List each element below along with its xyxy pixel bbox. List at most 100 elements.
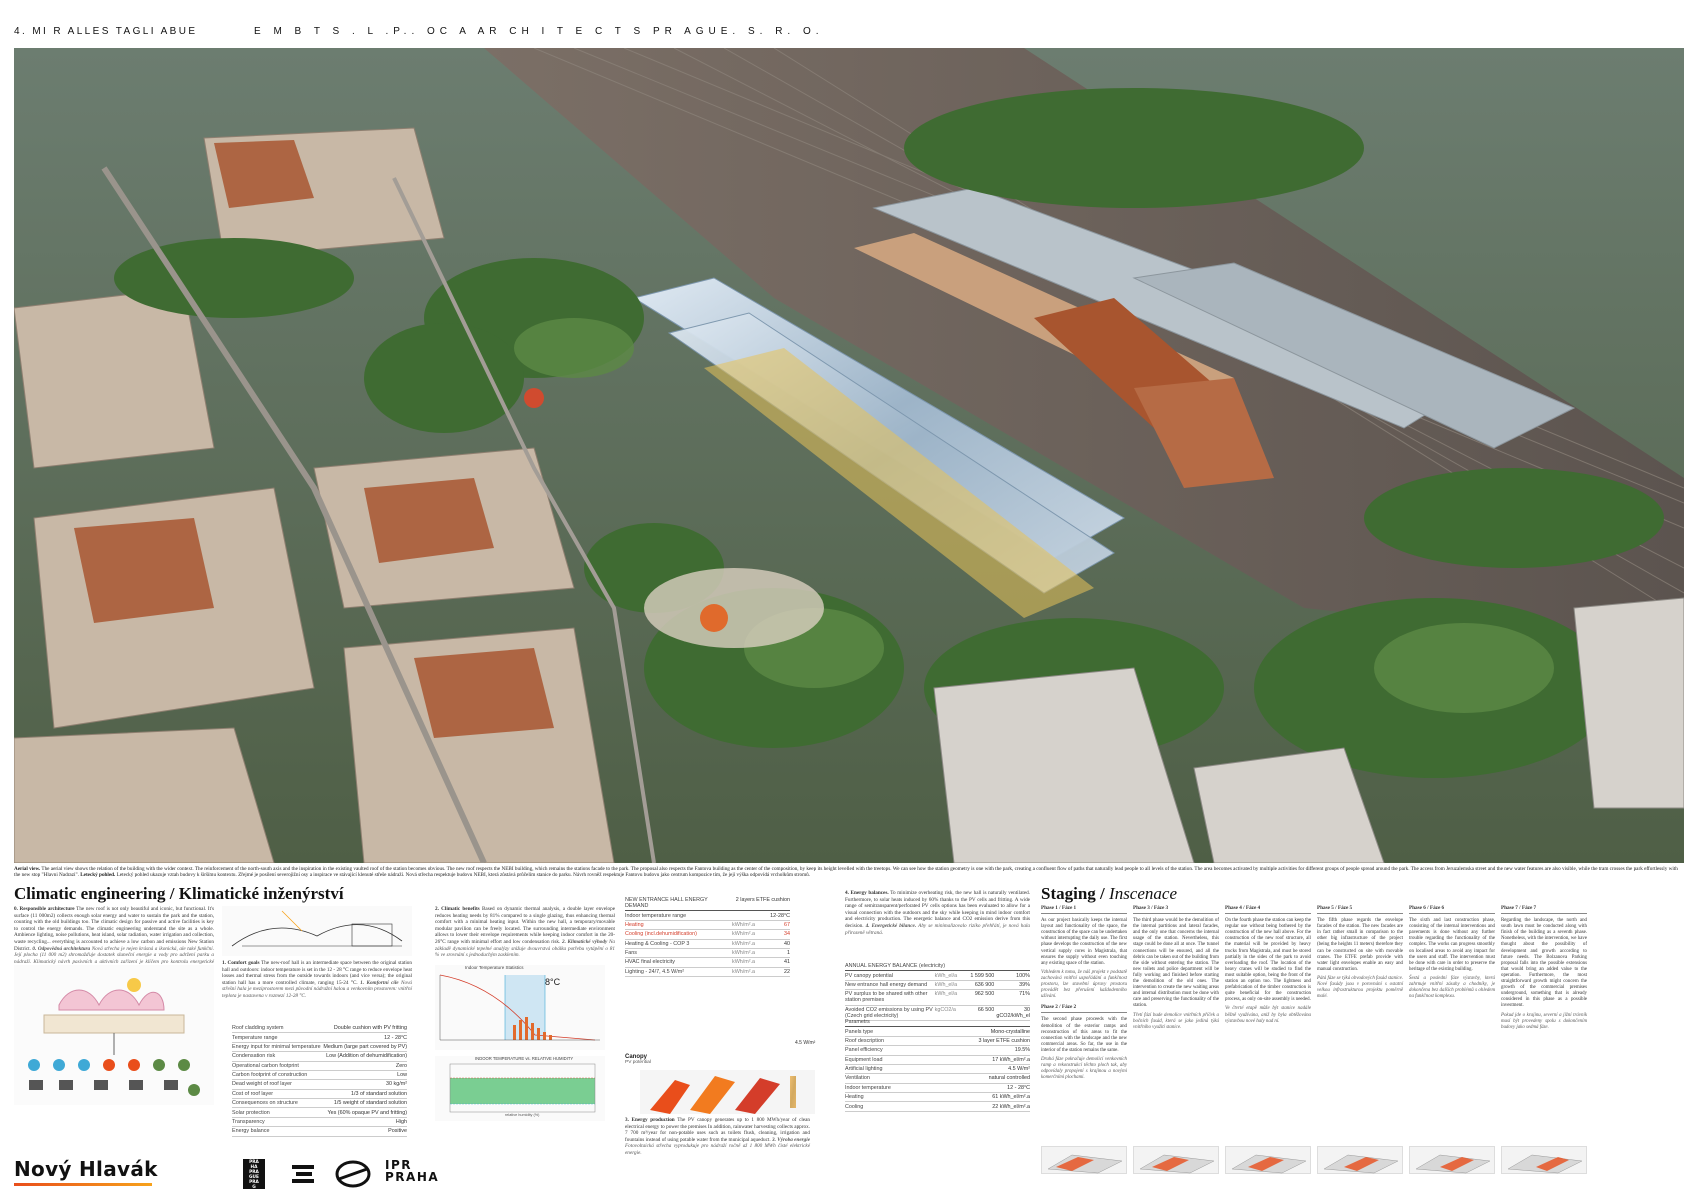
header-studio: E M B T S . L .P.. OC A AR CH I T E C T … (254, 26, 824, 37)
parameters-row: Cooling 22 kWh_el/m².a (845, 1102, 1030, 1112)
balances-heading: 4. Energy balances. (845, 890, 889, 896)
parameters-value: 3 layer ETFE cushion (978, 1037, 1030, 1044)
comfort-heading: 1. Comfort goals (222, 960, 260, 966)
phase-text-cz: Šestá a poslední fáze výstavby, která za… (1409, 975, 1495, 1000)
phase-column: Phase 4 / Fáze 4 On the fourth phase the … (1225, 905, 1311, 1025)
parameters-row: Heating 61 kWh_el/m².a (845, 1093, 1030, 1103)
parameters-row: Artificial lighting 4.5 W/m² (845, 1065, 1030, 1075)
production-heading-cz: 3. Výroba energie (772, 1136, 811, 1143)
phase-text-en: The fifth phase regards the envelope fac… (1317, 918, 1403, 972)
comfort-table-key: Dead weight of roof layer (232, 1081, 292, 1088)
comfort-table-row: Consequences on structure 1/5 weight of s… (232, 1099, 407, 1109)
phase-text-cz: Pátá fáze se týká obvodových fasád stani… (1317, 975, 1403, 1000)
brand-wordmark: Nový Hlavák (14, 1157, 158, 1181)
phase-label: Phase 1 / Fáze 1 (1041, 905, 1127, 915)
parameters-title: Parametrs (845, 1019, 870, 1026)
caption-lead-cz: Letecký pohled. (80, 872, 116, 879)
phase-thumbnail (1133, 1146, 1219, 1174)
energy-demand-unit: kWh/m².a (732, 968, 756, 975)
parameters-key: Indoor temperature (845, 1084, 891, 1091)
parameters-row: Panel efficiency 19.5% (845, 1046, 1030, 1056)
phase-text-en: On the fourth phase the station can keep… (1225, 918, 1311, 1003)
phase-label: Phase 5 / Fáze 5 (1317, 905, 1403, 915)
climatic-col-1: 0. Responsible architecture The new roof… (14, 906, 214, 972)
parameters-value: natural controlled (988, 1075, 1030, 1082)
energy-balance-share: 100% (1016, 972, 1030, 979)
energy-balance-share: 30 gCO2/kWh_el (996, 1006, 1030, 1019)
phase-label: Phase 2 / Fáze 2 (1041, 1004, 1127, 1014)
section-sketch-illustration (231, 910, 403, 947)
energy-demand-head-title: NEW ENTRANCE HALL ENERGY DEMAND (625, 897, 708, 910)
comfort-table-key: Energy input for minimal temperature (232, 1043, 321, 1050)
energy-demand-value: 22 (784, 968, 790, 975)
energy-balance-rows: PV canopy potential kWh_el/a 1 599 500 100%… (845, 971, 1030, 1021)
aerial-render (14, 48, 1684, 863)
phase-text-cz: Vzhledem k tomu, že náš projekt v podsta… (1041, 969, 1127, 1000)
phase-text-cz: Druhá fáze pokračuje demolicí venkovních… (1041, 1056, 1127, 1081)
phase-thumbnail (1041, 1146, 1127, 1174)
benefits-heading: 2. Climatic benefits (435, 906, 480, 912)
comfort-table-row: Carbon footprint of construction Low (232, 1071, 407, 1081)
comfort-heading-cz: 1. Komfortní cíle (360, 979, 399, 986)
comfort-table-row: Transparency High (232, 1118, 407, 1128)
energy-balance-unit: kgCO2/a (934, 1006, 956, 1013)
climatic-title-en: Climatic engineering / (14, 884, 175, 903)
parameters-row: Equipment load 17 kWh_el/m².a (845, 1056, 1030, 1065)
phase-text-en: The sixth and last construction phase, c… (1409, 918, 1495, 972)
energy-balance-head: ANNUAL ENERGY BALANCE (electricity) (845, 962, 1030, 972)
page-header: 4. MI R ALLES TAGLI ABUE E M B T S . L .… (14, 26, 1684, 40)
energy-balance-unit: kWh_el/a (934, 972, 958, 979)
comfort-table-value: Low (397, 1072, 407, 1079)
comfort-table-value: 1/3 of standard solution (350, 1090, 407, 1097)
energy-demand-unit (732, 913, 764, 919)
energy-balance-unit: kWh_el/a (934, 991, 958, 998)
temperature-chart-svg (439, 974, 600, 1041)
parameters-value: 12 - 28°C (1007, 1084, 1030, 1091)
energy-demand-unit: kWh/m².a (732, 959, 756, 966)
comfort-table-key: Roof cladding system (232, 1025, 284, 1032)
temperature-chart: Indoor Temperature Statistics 12-28°C (435, 965, 605, 1050)
parameters-key: Equipment load (845, 1056, 883, 1063)
phase-label: Phase 6 / Fáze 6 (1409, 905, 1495, 915)
energy-balance-key: Avoided CO2 emissions by using PV (Czech… (845, 1006, 933, 1019)
climatic-col-2: 1. Comfort goals The new-roof hall is an… (222, 960, 412, 1000)
section-sketch (222, 906, 412, 956)
production-text-cz: Fotovoltaická střecha vyprodukuje pro ná… (625, 1143, 810, 1156)
comfort-table-key: Solar protection (232, 1109, 270, 1116)
praha-logo: PRA HA PRA GUE PRA G (243, 1159, 265, 1190)
parameters-key: Ventilation (845, 1075, 870, 1082)
phase-label: Phase 3 / Fáze 3 (1133, 905, 1219, 915)
parameters-row: Panels type Mono-crystalline (845, 1027, 1030, 1037)
comfort-table-value: 1/5 weight of standard solution (333, 1100, 407, 1107)
phase-label: Phase 4 / Fáze 4 (1225, 905, 1311, 915)
parameters-row: Indoor temperature 12 - 28°C (845, 1084, 1030, 1093)
phase-thumbnail (1317, 1146, 1403, 1174)
energy-demand-value: 67 (784, 921, 790, 928)
phase-column: Phase 1 / Fáze 1 As our project basically… (1041, 905, 1127, 1081)
comfort-table-key: Cost of roof layer (232, 1090, 274, 1097)
aerial-caption: Aerial view. The aerial view shows the r… (14, 866, 1684, 879)
phase-column: Phase 6 / Fáze 6 The sixth and last const… (1409, 905, 1495, 1000)
energy-demand-value: 34 (784, 931, 790, 938)
parameters-value: 4.5 W/m² (1008, 1066, 1030, 1073)
energy-balance-row: PV surplus to be shared with other stati… (845, 990, 1030, 1006)
parameters-key: Panels type (845, 1028, 874, 1035)
humidity-chart: INDOOR TEMPERATURE vs. RELATIVE HUMIDITY… (435, 1056, 605, 1121)
energy-balance-value: 1 599 500 (970, 972, 995, 979)
canopy-label-block: Canopy PV potential (625, 1054, 651, 1065)
energy-balance-row: New entrance hall energy demand kWh_el/a 6… (845, 981, 1030, 991)
energy-balance-share: 39% (1019, 981, 1030, 988)
energy-demand-row: Cooling (incl.dehumidification) kWh/m².a 3… (625, 930, 790, 940)
phase-text-en: Regarding the landscape, the north and s… (1501, 918, 1587, 1009)
energy-balance-key: New entrance hall energy demand (845, 981, 928, 988)
parameters-key: Artificial lighting (845, 1066, 883, 1073)
energy-demand-row: Lighting - 24/7, 4.5 W/m² kWh/m².a 22 (625, 968, 790, 977)
climatic-title-cz: Klimatické inženýrství (178, 884, 344, 903)
comfort-table-value: High (395, 1118, 407, 1125)
canopy-pv-diagram (640, 1070, 815, 1114)
comfort-table-key: Operational carbon footprint (232, 1062, 299, 1069)
climatic-diagram (14, 965, 214, 1105)
parameters-row: Ventilation natural controlled (845, 1074, 1030, 1084)
parameters-value: 17 kWh_el/m².a (992, 1056, 1030, 1063)
comfort-table-value: Double cushion with PV fritting (333, 1025, 407, 1032)
